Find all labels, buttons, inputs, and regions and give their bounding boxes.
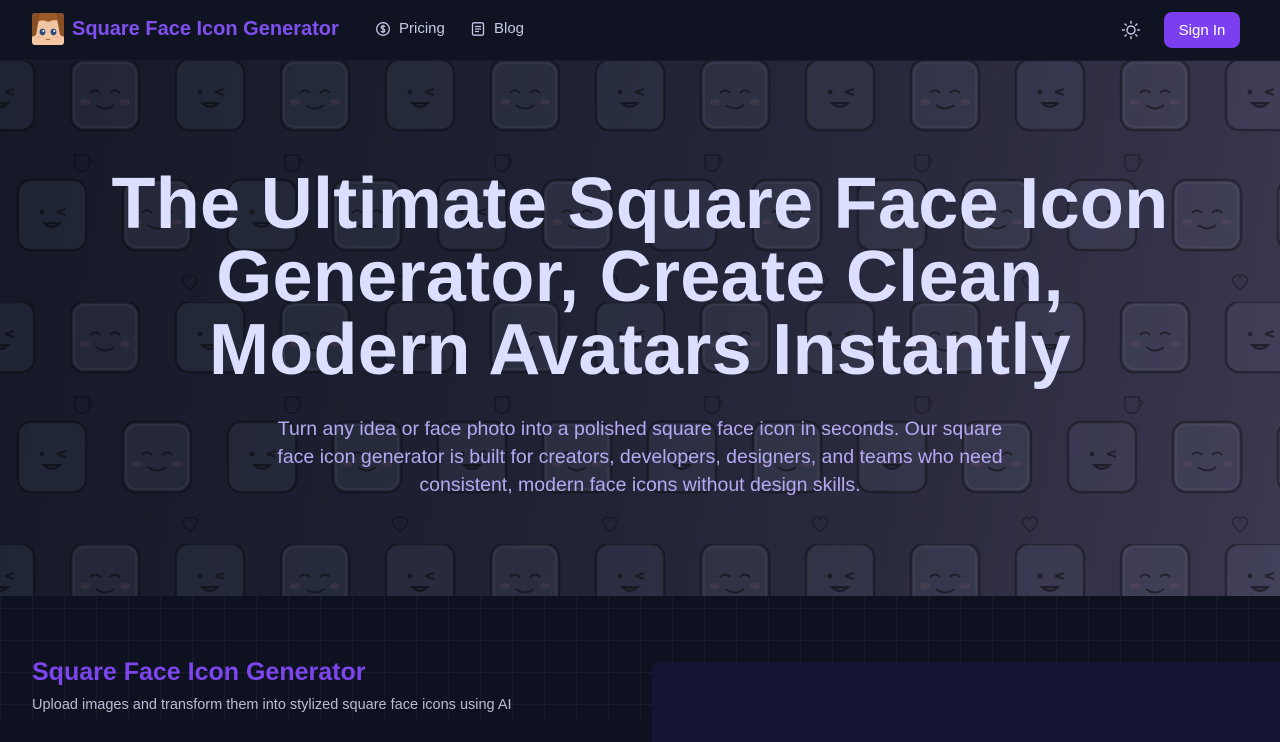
- dollar-circle-icon: [375, 21, 391, 37]
- sign-in-button[interactable]: Sign In: [1164, 12, 1240, 48]
- theme-toggle-sun-icon[interactable]: [1121, 20, 1141, 40]
- nav-blog-label: Blog: [494, 20, 525, 37]
- hero-section: The Ultimate Square Face Icon Generator,…: [0, 60, 1280, 596]
- nav-pricing-link[interactable]: Pricing: [375, 20, 445, 37]
- tool-section-title: Square Face Icon Generator: [32, 658, 366, 686]
- nav-blog-link[interactable]: Blog: [470, 20, 524, 37]
- upload-panel[interactable]: [652, 662, 1280, 742]
- hero-subtitle: Turn any idea or face photo into a polis…: [277, 418, 1003, 496]
- document-icon: [470, 21, 486, 37]
- brand-name: Square Face Icon Generator: [72, 18, 339, 40]
- tool-section-description: Upload images and transform them into st…: [32, 697, 512, 713]
- brand-link[interactable]: Square Face Icon Generator: [32, 13, 339, 45]
- logo-square-face-icon: [32, 13, 64, 45]
- nav-pricing-label: Pricing: [399, 20, 445, 37]
- navbar: Square Face Icon Generator Pricing Blog: [0, 0, 1280, 61]
- hero-title: The Ultimate Square Face Icon Generator,…: [111, 164, 1169, 390]
